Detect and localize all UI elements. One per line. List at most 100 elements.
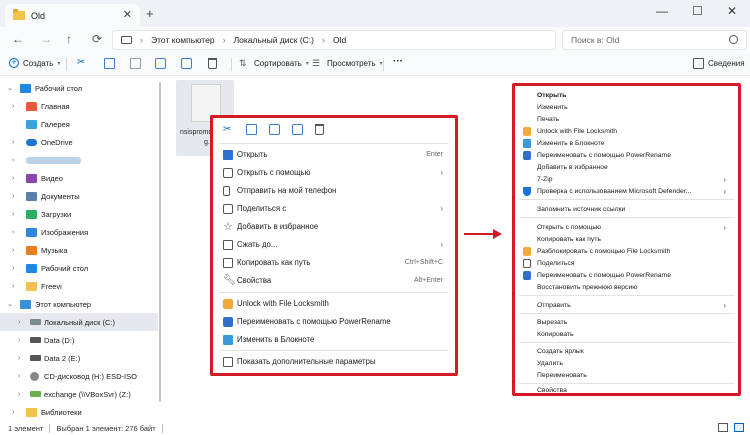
delete-icon[interactable] — [315, 124, 324, 135]
sidebar-item-video[interactable]: › Видео — [0, 169, 158, 187]
sort-button[interactable]: ⇅ Сортировать ▾ — [239, 58, 309, 69]
sidebar-item-libraries[interactable]: › Библиотеки — [0, 403, 158, 421]
classic-item-cut[interactable]: Вырезать — [515, 316, 738, 328]
menu-item-label: Запомнить источник ссылки — [537, 205, 626, 213]
menu-item-powerrename[interactable]: Переименовать с помощью PowerRename — [213, 313, 455, 330]
share-icon[interactable] — [181, 58, 196, 69]
status-divider — [161, 423, 163, 433]
sidebar-item-this-pc[interactable]: ⌄ Этот компьютер — [0, 295, 158, 313]
up-arrow-icon[interactable]: ↑ — [66, 32, 72, 46]
sidebar-item-pictures[interactable]: › Изображения — [0, 223, 158, 241]
sidebar-item-local-disk-c[interactable]: › Локальный диск (C:) — [0, 313, 158, 331]
sidebar-item-music[interactable]: › Музыка — [0, 241, 158, 259]
menu-item-properties[interactable]: 🔧︎ Свойства Alt+Enter — [213, 272, 455, 289]
sidebar-item-freevi[interactable]: › Freevi — [0, 277, 158, 295]
classic-item-copy-as-path[interactable]: Копировать как путь — [515, 233, 738, 245]
search-input[interactable] — [571, 35, 721, 45]
classic-item-remember-link-source[interactable]: Запомнить источник ссылки — [515, 203, 738, 215]
breadcrumb-local-disk[interactable]: Локальный диск (C:) — [234, 35, 314, 45]
menu-item-label: Открыть с помощью — [537, 223, 602, 231]
rename-icon[interactable] — [155, 58, 170, 69]
menu-item-edit-in-notepad[interactable]: Изменить в Блокноте — [213, 331, 455, 348]
menu-item-unlock-file-locksmith[interactable]: Unlock with File Locksmith — [213, 295, 455, 312]
sidebar-item-onedrive[interactable]: › OneDrive — [0, 133, 158, 151]
create-button[interactable]: + Создать ▾ — [9, 58, 60, 68]
copy-icon[interactable] — [246, 124, 257, 135]
menu-item-add-to-favorites[interactable]: ☆ Добавить в избранное — [213, 218, 455, 235]
classic-item-edit-in-notepad[interactable]: Изменить в Блокноте — [515, 137, 738, 149]
menu-item-label: Поделиться — [537, 259, 575, 267]
classic-item-send-to[interactable]: Отправить › — [515, 299, 738, 311]
details-button[interactable]: Сведения — [693, 58, 745, 69]
sidebar-item-exchange-z[interactable]: › exchange (\\VBoxSvr) (Z:) — [0, 385, 158, 403]
classic-item-rename[interactable]: Переименовать — [515, 369, 738, 381]
sidebar-item-data-2-e[interactable]: › Data 2 (E:) — [0, 349, 158, 367]
new-tab-button[interactable]: + — [146, 6, 154, 21]
tab-old[interactable]: Old ✕ — [5, 4, 140, 27]
classic-item-edit[interactable]: Изменить — [515, 101, 738, 113]
rename-icon[interactable] — [269, 124, 280, 135]
menu-item-share-with[interactable]: Поделиться с › — [213, 200, 455, 217]
classic-item-properties[interactable]: Свойства — [515, 384, 738, 396]
classic-item-7zip[interactable]: 7-Zip › — [515, 173, 738, 185]
menu-item-send-to-phone[interactable]: Отправить на мой телефон — [213, 182, 455, 199]
classic-item-open[interactable]: Открыть — [515, 89, 738, 101]
address-bar[interactable]: › Этот компьютер › Локальный диск (C:) ›… — [112, 30, 556, 50]
classic-item-powerrename[interactable]: Переименовать с помощью PowerRename — [515, 149, 738, 161]
classic-item-restore-previous-versions[interactable]: Восстановить прежнюю версию — [515, 281, 738, 293]
cut-icon[interactable]: ✂ — [77, 57, 85, 68]
minimize-button[interactable]: — — [656, 4, 668, 18]
tiles-view-icon[interactable] — [734, 423, 744, 432]
wrench-icon: 🔧︎ — [223, 274, 236, 286]
details-view-icon[interactable] — [718, 423, 728, 432]
forward-arrow-icon[interactable]: → — [40, 32, 52, 46]
menu-item-show-more-options[interactable]: Показать дополнительные параметры — [213, 353, 455, 370]
classic-item-add-to-favorites[interactable]: Добавить в избранное — [515, 161, 738, 173]
more-options-button[interactable]: ··· — [393, 56, 403, 67]
delete-icon[interactable] — [208, 58, 221, 69]
sidebar-item-blurred[interactable]: › — [0, 151, 158, 169]
scrollbar-thumb[interactable] — [159, 82, 161, 402]
search-box[interactable] — [562, 30, 747, 50]
sidebar-item-documents[interactable]: › Документы — [0, 187, 158, 205]
sidebar-item-cd-drive-h[interactable]: › CD-дисковод (H:) ESD-ISO — [0, 367, 158, 385]
breadcrumb-this-pc[interactable]: Этот компьютер — [151, 35, 215, 45]
view-button[interactable]: ☰ Просмотреть ▾ — [312, 58, 383, 69]
classic-item-open-with[interactable]: Открыть с помощью › — [515, 221, 738, 233]
classic-item-delete[interactable]: Удалить — [515, 357, 738, 369]
classic-item-share[interactable]: Поделиться — [515, 257, 738, 269]
breadcrumb-old[interactable]: Old — [333, 35, 346, 45]
share-icon[interactable] — [292, 124, 303, 135]
classic-item-unlock-file-locksmith[interactable]: Unlock with File Locksmith — [515, 125, 738, 137]
plus-circle-icon: + — [9, 58, 19, 68]
back-arrow-icon[interactable]: ← — [12, 32, 24, 46]
menu-item-open-with[interactable]: Открыть с помощью › — [213, 164, 455, 181]
drive-icon — [30, 355, 41, 361]
sidebar-item-desktop[interactable]: › Рабочий стол — [0, 259, 158, 277]
classic-item-print[interactable]: Печать — [515, 113, 738, 125]
classic-item-defender-scan[interactable]: Проверка с использованием Microsoft Defe… — [515, 185, 738, 197]
classic-item-unlock-with-locksmith[interactable]: Разблокировать с помощью File Locksmith — [515, 245, 738, 257]
sidebar-item-downloads[interactable]: › Загрузки — [0, 205, 158, 223]
menu-item-label: Поделиться с — [237, 204, 287, 213]
menu-item-compress-to[interactable]: Сжать до... › — [213, 236, 455, 253]
paste-icon[interactable] — [130, 58, 145, 69]
maximize-button[interactable]: ☐ — [692, 4, 703, 18]
sidebar-item-home[interactable]: › Главная — [0, 97, 158, 115]
menu-item-label: Переименовать — [537, 371, 587, 379]
cut-icon[interactable]: ✂ — [223, 124, 234, 135]
chevron-right-icon: › — [222, 35, 226, 45]
close-window-button[interactable]: ✕ — [727, 4, 737, 18]
classic-item-copy[interactable]: Копировать — [515, 328, 738, 340]
tab-close-button[interactable]: ✕ — [123, 8, 132, 21]
sidebar-item-desktop-root[interactable]: ⌄ Рабочий стол — [0, 79, 158, 97]
sidebar-item-data-d[interactable]: › Data (D:) — [0, 331, 158, 349]
sidebar-item-gallery[interactable]: Галерея — [0, 115, 158, 133]
classic-item-powerrename-2[interactable]: Переименовать с помощью PowerRename — [515, 269, 738, 281]
classic-item-create-shortcut[interactable]: Создать ярлык — [515, 345, 738, 357]
refresh-icon[interactable]: ⟳ — [92, 32, 102, 46]
sidebar-scrollbar[interactable] — [159, 80, 162, 410]
menu-item-copy-as-path[interactable]: Копировать как путь Ctrl+Shift+C — [213, 254, 455, 271]
menu-item-open[interactable]: Открыть Enter — [213, 146, 455, 163]
copy-icon[interactable] — [104, 58, 119, 69]
